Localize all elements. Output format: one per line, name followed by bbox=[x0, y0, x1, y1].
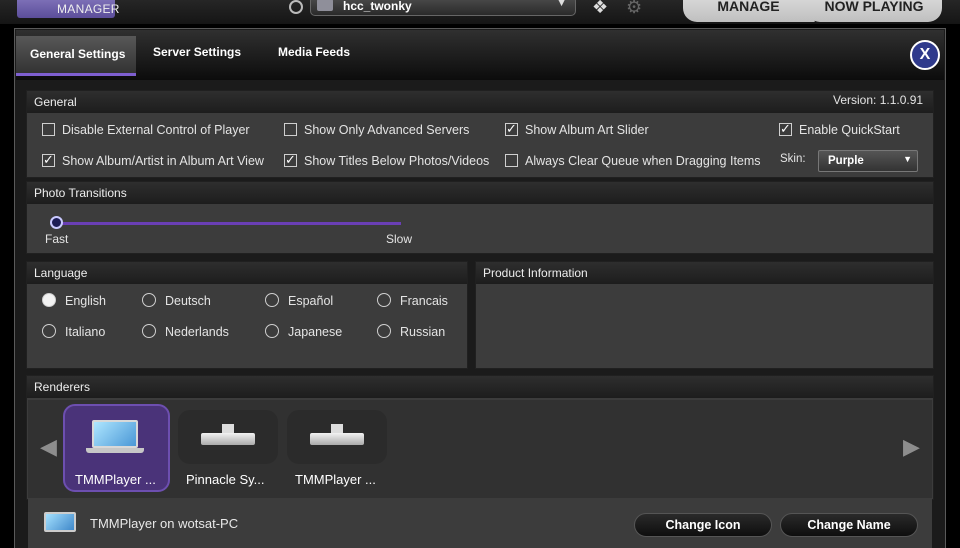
chat-bubble-icon[interactable]: ❖ bbox=[592, 0, 608, 18]
option-show-album-art-slider[interactable]: Show Album Art Slider bbox=[505, 121, 649, 137]
photo-transitions-panel: Photo Transitions bbox=[26, 181, 934, 254]
change-icon-button[interactable]: Change Icon bbox=[634, 513, 772, 537]
checkbox-checked[interactable] bbox=[505, 121, 518, 137]
option-label: Show Only Advanced Servers bbox=[304, 123, 470, 137]
language-label: Italiano bbox=[65, 325, 106, 339]
language-option-nederlands[interactable]: Nederlands bbox=[142, 324, 229, 339]
general-header: General bbox=[27, 91, 933, 113]
carousel-left-arrow-icon[interactable]: ◀ bbox=[40, 434, 57, 460]
option-always-clear-queue[interactable]: Always Clear Queue when Dragging Items bbox=[505, 154, 761, 168]
language-panel: Language bbox=[26, 261, 468, 369]
renderer-name: TMMPlayer on wotsat-PC bbox=[90, 516, 239, 531]
language-title: Language bbox=[34, 266, 88, 280]
language-option-italiano[interactable]: Italiano bbox=[42, 324, 105, 339]
language-option-deutsch[interactable]: Deutsch bbox=[142, 293, 211, 308]
option-show-titles-below[interactable]: Show Titles Below Photos/Videos bbox=[284, 152, 490, 168]
language-header: Language bbox=[27, 262, 467, 284]
server-select[interactable]: hcc_twonky ▼ bbox=[310, 0, 576, 16]
language-option-japanese[interactable]: Japanese bbox=[265, 324, 342, 339]
app-logo: MANAGER bbox=[17, 0, 119, 18]
radio[interactable] bbox=[265, 324, 279, 338]
option-label: Disable External Control of Player bbox=[62, 123, 250, 137]
renderer-label[interactable]: Pinnacle Sy... bbox=[186, 472, 265, 487]
option-show-album-artist[interactable]: Show Album/Artist in Album Art View bbox=[42, 152, 264, 168]
language-label: Español bbox=[288, 294, 334, 308]
checkbox[interactable] bbox=[284, 123, 297, 136]
settings-tabs: General Settings Server Settings Media F… bbox=[16, 30, 944, 80]
radio[interactable] bbox=[42, 324, 56, 338]
language-option-russian[interactable]: Russian bbox=[377, 324, 445, 339]
slider-max-label: Slow bbox=[386, 232, 413, 246]
renderers-title: Renderers bbox=[34, 380, 91, 394]
carousel-right-arrow-icon[interactable]: ▶ bbox=[903, 434, 920, 460]
server-name: hcc_twonky bbox=[343, 0, 412, 13]
transition-slider-track[interactable] bbox=[56, 222, 401, 225]
language-option-english[interactable]: English bbox=[42, 293, 106, 308]
laptop-icon bbox=[44, 512, 76, 532]
chevron-down-icon: ▼ bbox=[903, 154, 912, 164]
version-label: Version: 1.1.0.91 bbox=[833, 93, 924, 107]
option-label: Enable QuickStart bbox=[799, 123, 900, 137]
option-disable-external-control[interactable]: Disable External Control of Player bbox=[42, 123, 250, 137]
close-button[interactable]: X bbox=[910, 40, 940, 70]
skin-value: Purple bbox=[828, 155, 864, 167]
laptop-icon bbox=[92, 420, 138, 448]
language-label: Deutsch bbox=[165, 294, 211, 308]
radio[interactable] bbox=[377, 324, 391, 338]
gear-icon[interactable]: ⚙ bbox=[626, 0, 642, 18]
transition-slider-handle[interactable] bbox=[50, 216, 63, 229]
checkbox[interactable] bbox=[505, 154, 518, 167]
option-label: Show Album Art Slider bbox=[525, 123, 649, 137]
change-name-button[interactable]: Change Name bbox=[780, 513, 918, 537]
language-label: Nederlands bbox=[165, 325, 229, 339]
radio-selected[interactable] bbox=[42, 293, 56, 307]
skin-select[interactable]: Purple ▼ bbox=[818, 150, 918, 172]
option-enable-quickstart[interactable]: Enable QuickStart bbox=[779, 121, 900, 137]
checkbox-checked[interactable] bbox=[284, 152, 297, 168]
laptop-base bbox=[86, 448, 144, 453]
language-option-espanol[interactable]: Español bbox=[265, 293, 333, 308]
media-box-icon bbox=[201, 433, 255, 445]
photo-transitions-header: Photo Transitions bbox=[27, 182, 933, 204]
renderer-label[interactable]: TMMPlayer ... bbox=[75, 472, 156, 487]
media-box-icon bbox=[310, 433, 364, 445]
radio[interactable] bbox=[142, 324, 156, 338]
chevron-down-icon: ▼ bbox=[556, 0, 567, 9]
language-option-francais[interactable]: Francais bbox=[377, 293, 448, 308]
slider-min-label: Fast bbox=[45, 232, 69, 246]
skin-label: Skin: bbox=[780, 153, 806, 165]
product-information-header: Product Information bbox=[476, 262, 933, 284]
nav-manage[interactable]: MANAGE bbox=[683, 0, 815, 22]
radio[interactable] bbox=[142, 293, 156, 307]
renderers-header: Renderers bbox=[27, 376, 933, 398]
language-label: English bbox=[65, 294, 106, 308]
option-label: Show Album/Artist in Album Art View bbox=[62, 154, 264, 168]
checkbox-checked[interactable] bbox=[779, 121, 792, 137]
server-icon bbox=[317, 0, 333, 11]
option-label: Show Titles Below Photos/Videos bbox=[304, 154, 490, 168]
product-information-panel: Product Information bbox=[475, 261, 934, 369]
language-label: Japanese bbox=[288, 325, 343, 339]
language-label: Russian bbox=[400, 325, 446, 339]
option-show-only-advanced-servers[interactable]: Show Only Advanced Servers bbox=[284, 123, 469, 137]
tab-server-settings[interactable]: Server Settings bbox=[153, 45, 241, 59]
nav-now-playing[interactable]: NOW PLAYING bbox=[806, 0, 942, 22]
checkbox[interactable] bbox=[42, 123, 55, 136]
server-status-icon[interactable] bbox=[289, 0, 303, 14]
general-title: General bbox=[34, 95, 77, 109]
language-label: Francais bbox=[400, 294, 448, 308]
product-information-title: Product Information bbox=[483, 266, 588, 280]
option-label: Always Clear Queue when Dragging Items bbox=[525, 154, 761, 168]
photo-transitions-title: Photo Transitions bbox=[34, 186, 127, 200]
tab-media-feeds[interactable]: Media Feeds bbox=[278, 45, 350, 59]
radio[interactable] bbox=[265, 293, 279, 307]
renderer-label[interactable]: TMMPlayer ... bbox=[295, 472, 376, 487]
radio[interactable] bbox=[377, 293, 391, 307]
checkbox-checked[interactable] bbox=[42, 152, 55, 168]
tab-general-settings[interactable]: General Settings bbox=[16, 36, 136, 76]
